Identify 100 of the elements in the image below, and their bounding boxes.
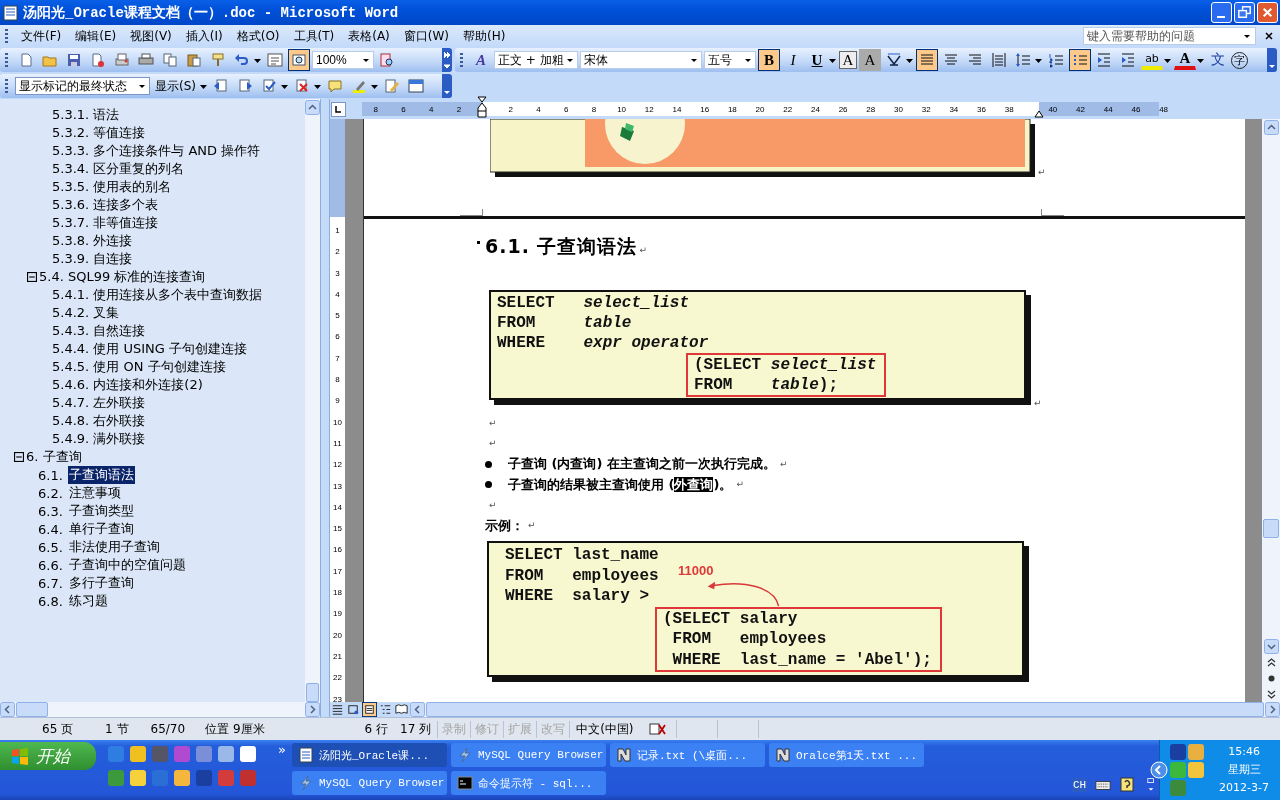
vertical-scrollbar[interactable] [305,99,320,702]
taskbar-button[interactable]: 汤阳光_Oracle课... [291,743,447,767]
taskbar-button[interactable]: MySQL Query Browser [291,771,447,795]
style-field[interactable]: 正文 + 加粗 [494,51,578,69]
outline-item[interactable]: 5.3.2. 等值连接 [51,124,147,142]
menu-item[interactable]: 工具(T) [286,27,342,45]
menu-item[interactable]: 帮助(H) [456,27,513,45]
tab-selector-icon[interactable] [331,101,346,117]
horizontal-scrollbar[interactable] [0,702,320,717]
character-shading-button[interactable]: A [859,49,881,71]
outline-item[interactable]: 5.3.7. 非等值连接 [51,214,160,232]
collapse-icon[interactable] [14,452,24,462]
italic-button[interactable]: I [782,49,804,71]
styles-button[interactable]: A [470,49,492,71]
outline-item[interactable]: 5.4.2. 叉集 [51,304,121,322]
outline-view-icon[interactable] [378,702,393,717]
scroll-left-icon[interactable] [410,702,425,717]
outline-item[interactable]: 练习题 [67,592,109,610]
taskbar-button[interactable]: 命令提示符 - sql... [450,771,606,795]
indent-marker-icon[interactable] [477,96,487,118]
font-field[interactable]: 宋体 [580,51,702,69]
toolbar-options-icon[interactable] [442,48,452,72]
outline-item[interactable]: 6. 子查询 [25,448,83,466]
outline-item[interactable]: 子查询中的空值问题 [67,556,187,574]
scroll-right-icon[interactable] [305,702,320,717]
tray-icon[interactable] [1170,744,1187,760]
phonetic-guide-button[interactable]: 文 [1207,49,1229,71]
outline-item[interactable]: 5.3.3. 多个连接条件与 AND 操作符 [51,142,262,160]
minimize-button[interactable] [1211,2,1232,23]
bold-button[interactable]: B [758,49,780,71]
show-hidden-icons-button[interactable] [1150,761,1169,779]
toolbar-options-icon[interactable] [442,74,452,98]
outline-item[interactable]: 5.4.4. 使用 USING 子句创建连接 [51,340,248,358]
reading-view-icon[interactable] [394,702,409,717]
spelling-status-icon[interactable] [647,721,668,737]
close-document-icon[interactable] [1264,31,1274,41]
outline-item[interactable]: 5.3.4. 区分重复的列名 [51,160,186,178]
toolbar-options-icon[interactable] [1267,48,1277,72]
taskbar-button[interactable]: 记录.txt (\桌面... [609,743,765,767]
ruler-number: 5 [335,310,340,323]
restore-button[interactable] [1234,2,1255,23]
print-view-icon[interactable] [362,702,377,717]
menu-item[interactable]: 视图(V) [123,27,179,45]
display-markup-field[interactable]: 显示标记的最终状态 [15,77,150,95]
underline-button[interactable]: U [806,49,828,71]
scroll-down-icon[interactable] [1263,639,1279,654]
scroll-up-icon[interactable] [1263,120,1279,135]
collapse-icon[interactable] [27,272,37,282]
input-language-indicator[interactable]: CH [1071,778,1088,792]
outline-item[interactable]: 子查询类型 [67,502,135,520]
taskbar-button[interactable]: Oralce第1天.txt ... [768,743,924,767]
normal-view-icon[interactable] [330,702,345,717]
outline-item[interactable]: 5.4.9. 满外联接 [51,430,147,448]
outline-item[interactable]: 5.4.3. 自然连接 [51,322,147,340]
outline-item[interactable]: 非法使用子查询 [67,538,161,556]
show-menu-button[interactable]: 显示(S) [152,75,199,97]
outline-number: 6.4. [38,521,63,537]
outline-item[interactable]: 5.3.6. 连接多个表 [51,196,160,214]
character-border-button[interactable]: A [839,51,857,69]
web-view-icon[interactable] [346,702,361,717]
menu-item[interactable]: 窗口(W) [396,27,457,45]
close-button[interactable] [1257,2,1278,23]
scroll-thumb[interactable] [306,683,319,702]
menu-item[interactable]: 文件(F) [14,27,69,45]
help-search-field[interactable]: 键入需要帮助的问题 [1083,27,1256,45]
taskbar-button[interactable]: MySQL Query Browser [450,743,606,767]
outline-item[interactable]: 5.3.5. 使用表的别名 [51,178,173,196]
scroll-thumb[interactable] [1263,519,1279,538]
outline-item[interactable]: 5.4.7. 左外联接 [51,394,147,412]
zoom-field[interactable]: 100% [312,51,374,69]
more-icons-button[interactable]: » [278,742,286,800]
outline-item[interactable]: 5.4.8. 右外联接 [51,412,147,430]
reading-layout-button[interactable] [288,49,310,71]
outline-item[interactable]: 5.3.8. 外连接 [51,232,134,250]
scroll-up-icon[interactable] [305,100,320,115]
outline-item[interactable]: 5.3.1. 语法 [51,106,121,124]
menu-item[interactable]: 表格(A) [341,27,397,45]
outline-item[interactable]: 5.4.1. 使用连接从多个表中查询数据 [51,286,264,304]
scroll-left-icon[interactable] [0,702,15,717]
help-icon[interactable] [1119,777,1136,793]
menu-item[interactable]: 插入(I) [178,27,230,45]
highlight-button[interactable]: ab [1141,50,1163,70]
font-size-field[interactable]: 五号 [704,51,756,69]
bullets-button[interactable] [1069,49,1091,71]
font-color-button[interactable]: A [1174,50,1196,70]
outline-item[interactable]: 子查询语法 [67,466,135,484]
justify-button[interactable] [916,49,938,71]
outline-item[interactable]: 5.4.6. 内连接和外连接(2) [51,376,204,394]
outline-item[interactable]: 5.3.9. 自连接 [51,250,134,268]
ruler-number: 4 [535,104,542,114]
menu-item[interactable]: 格式(O) [229,27,287,45]
scroll-thumb[interactable] [16,702,48,717]
outline-item[interactable]: 注意事项 [67,484,122,502]
menu-item[interactable]: 编辑(E) [68,27,124,45]
outline-item[interactable]: 5.4.5. 使用 ON 子句创建连接 [51,358,227,376]
outline-item[interactable]: 5.4. SQL99 标准的连接查询 [38,268,207,286]
scroll-right-icon[interactable] [1265,702,1280,717]
outline-item[interactable]: 多行子查询 [67,574,135,592]
vertical-scrollbar[interactable] [1262,119,1280,702]
outline-item[interactable]: 单行子查询 [67,520,135,538]
